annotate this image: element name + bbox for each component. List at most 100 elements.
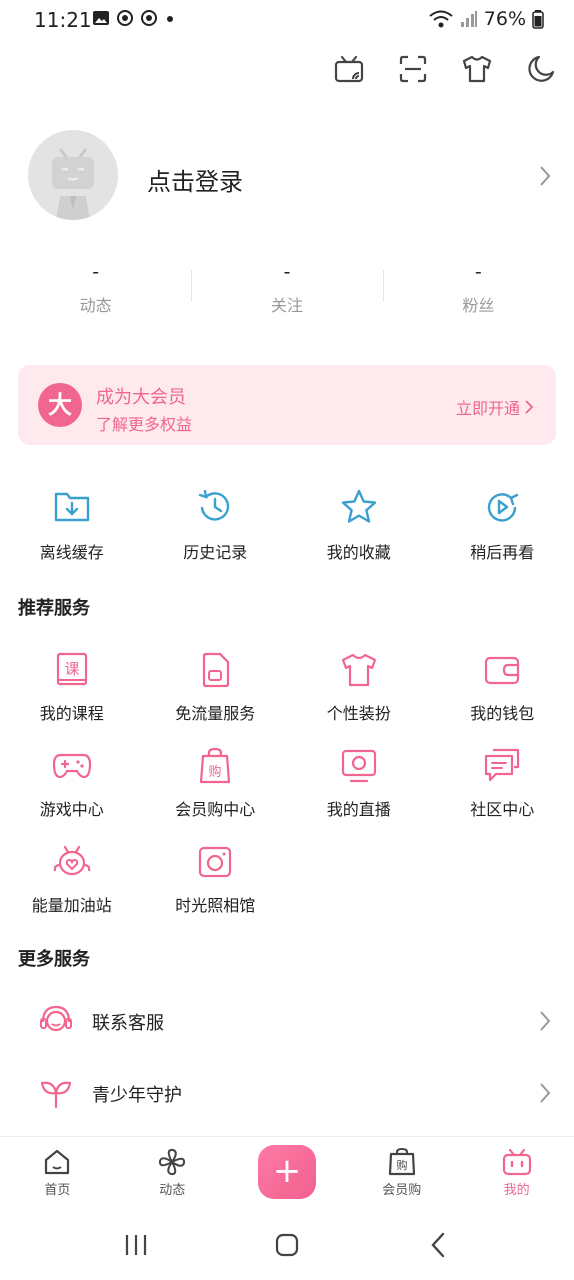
plus-icon: + bbox=[257, 1145, 316, 1199]
energy-station-icon bbox=[53, 845, 90, 876]
bottom-tab-bar: 首页 动态 + 购 会员购 我的 bbox=[0, 1136, 574, 1210]
more-services-list: 联系客服 青少年守护 bbox=[0, 985, 574, 1129]
battery-icon bbox=[532, 10, 544, 29]
svg-text:购: 购 bbox=[209, 764, 222, 780]
stat-value: - bbox=[283, 261, 291, 283]
wifi-icon bbox=[429, 10, 453, 28]
home-button[interactable] bbox=[257, 1220, 317, 1270]
default-avatar-icon bbox=[52, 148, 94, 220]
recommended-title: 推荐服务 bbox=[18, 598, 90, 619]
quick-history[interactable]: 历史记录 bbox=[144, 485, 288, 563]
recent-apps-icon bbox=[125, 1235, 146, 1255]
top-actions bbox=[330, 50, 560, 88]
shopping-bag-icon: 购 bbox=[388, 1147, 415, 1176]
service-label: 游戏中心 bbox=[39, 800, 104, 819]
svg-text:购: 购 bbox=[396, 1158, 407, 1172]
wallet-icon bbox=[485, 656, 520, 685]
tab-vip-mall[interactable]: 购 会员购 bbox=[344, 1137, 459, 1210]
quick-watch-later[interactable]: 稍后再看 bbox=[431, 485, 574, 563]
cast-button[interactable] bbox=[330, 50, 368, 88]
tab-home[interactable]: 首页 bbox=[0, 1137, 115, 1210]
service-data-free[interactable]: 免流量服务 bbox=[144, 648, 288, 724]
tv-mascot-icon bbox=[502, 1148, 531, 1176]
quick-favorites[interactable]: 我的收藏 bbox=[287, 485, 431, 563]
tshirt-icon bbox=[341, 653, 376, 687]
service-label: 我的课程 bbox=[39, 704, 104, 723]
stat-fans[interactable]: - 粉丝 bbox=[382, 260, 574, 320]
service-label: 我的钱包 bbox=[470, 704, 535, 723]
headset-icon bbox=[40, 1005, 72, 1032]
vip-title: 成为大会员 bbox=[96, 387, 186, 408]
vip-logo: 大 bbox=[38, 383, 82, 427]
gallery-icon bbox=[93, 11, 109, 25]
stat-value: - bbox=[474, 261, 482, 283]
service-label: 我的直播 bbox=[326, 800, 391, 819]
more-services-title: 更多服务 bbox=[18, 949, 90, 970]
scan-button[interactable] bbox=[394, 50, 432, 88]
recent-apps-button[interactable] bbox=[106, 1220, 166, 1270]
service-photo-studio[interactable]: 时光照相馆 bbox=[144, 840, 288, 916]
quick-actions: 离线缓存 历史记录 我的收藏 稍后再看 bbox=[0, 485, 574, 563]
chat-icon bbox=[485, 748, 520, 782]
stat-label: 动态 bbox=[79, 296, 112, 315]
quick-label: 稍后再看 bbox=[470, 543, 535, 562]
night-mode-button[interactable] bbox=[522, 50, 560, 88]
vip-open-button[interactable]: 立即开通 bbox=[456, 395, 534, 419]
vip-subtitle: 了解更多权益 bbox=[96, 415, 193, 434]
tab-label: 我的 bbox=[503, 1183, 530, 1198]
svg-text:课: 课 bbox=[64, 660, 79, 678]
tv-cast-icon bbox=[334, 55, 364, 83]
skin-button[interactable] bbox=[458, 50, 496, 88]
tab-label: 首页 bbox=[44, 1183, 71, 1198]
youth-protection-row[interactable]: 青少年守护 bbox=[0, 1057, 574, 1129]
scan-icon bbox=[399, 55, 427, 83]
service-vip-mall[interactable]: 购 会员购中心 bbox=[144, 744, 288, 820]
login-row[interactable]: 点击登录 bbox=[0, 130, 574, 222]
quick-label: 离线缓存 bbox=[39, 543, 104, 562]
service-wallet[interactable]: 我的钱包 bbox=[431, 648, 574, 724]
chevron-right-icon bbox=[540, 1083, 551, 1103]
system-nav-bar bbox=[0, 1210, 574, 1280]
tab-mine[interactable]: 我的 bbox=[459, 1137, 574, 1210]
sync-icon-2 bbox=[141, 10, 157, 26]
service-label: 免流量服务 bbox=[175, 704, 256, 723]
service-course[interactable]: 课 我的课程 bbox=[0, 648, 144, 724]
signal-icon bbox=[460, 11, 477, 27]
stats-row: - 动态 - 关注 - 粉丝 bbox=[0, 260, 574, 320]
home-square-icon bbox=[275, 1233, 299, 1257]
back-button[interactable] bbox=[408, 1220, 468, 1270]
star-icon bbox=[341, 489, 376, 523]
stat-following[interactable]: - 关注 bbox=[191, 260, 382, 320]
status-time: 11:21 bbox=[34, 8, 92, 32]
contact-support-row[interactable]: 联系客服 bbox=[0, 985, 574, 1057]
login-label: 点击登录 bbox=[147, 168, 243, 196]
tab-publish[interactable]: + bbox=[230, 1137, 345, 1210]
sim-card-icon bbox=[203, 652, 230, 688]
quick-label: 历史记录 bbox=[183, 543, 248, 562]
status-right: 76% bbox=[428, 8, 544, 30]
more-service-label: 联系客服 bbox=[92, 1013, 164, 1034]
chevron-right-icon bbox=[540, 166, 551, 186]
tab-dynamics[interactable]: 动态 bbox=[115, 1137, 230, 1210]
quick-label: 我的收藏 bbox=[326, 543, 391, 562]
more-service-label: 青少年守护 bbox=[92, 1085, 182, 1106]
pinwheel-icon bbox=[159, 1148, 186, 1176]
avatar bbox=[28, 130, 118, 220]
chevron-right-icon bbox=[540, 1011, 551, 1031]
service-dress-up[interactable]: 个性装扮 bbox=[287, 648, 431, 724]
stat-dynamics[interactable]: - 动态 bbox=[0, 260, 191, 320]
battery-percent: 76% bbox=[483, 8, 526, 30]
stat-value: - bbox=[92, 261, 100, 283]
service-game-center[interactable]: 游戏中心 bbox=[0, 744, 144, 820]
vip-banner[interactable]: 大 成为大会员 了解更多权益 立即开通 bbox=[18, 365, 556, 445]
service-energy-station[interactable]: 能量加油站 bbox=[0, 840, 144, 916]
service-community[interactable]: 社区中心 bbox=[431, 744, 574, 820]
offline-cache-icon bbox=[54, 492, 89, 522]
gamepad-icon bbox=[52, 753, 91, 779]
stat-label: 粉丝 bbox=[462, 296, 495, 315]
quick-offline-cache[interactable]: 离线缓存 bbox=[0, 485, 144, 563]
sprout-icon bbox=[40, 1081, 72, 1109]
tshirt-icon bbox=[462, 55, 492, 83]
service-label: 社区中心 bbox=[470, 800, 535, 819]
service-my-live[interactable]: 我的直播 bbox=[287, 744, 431, 820]
